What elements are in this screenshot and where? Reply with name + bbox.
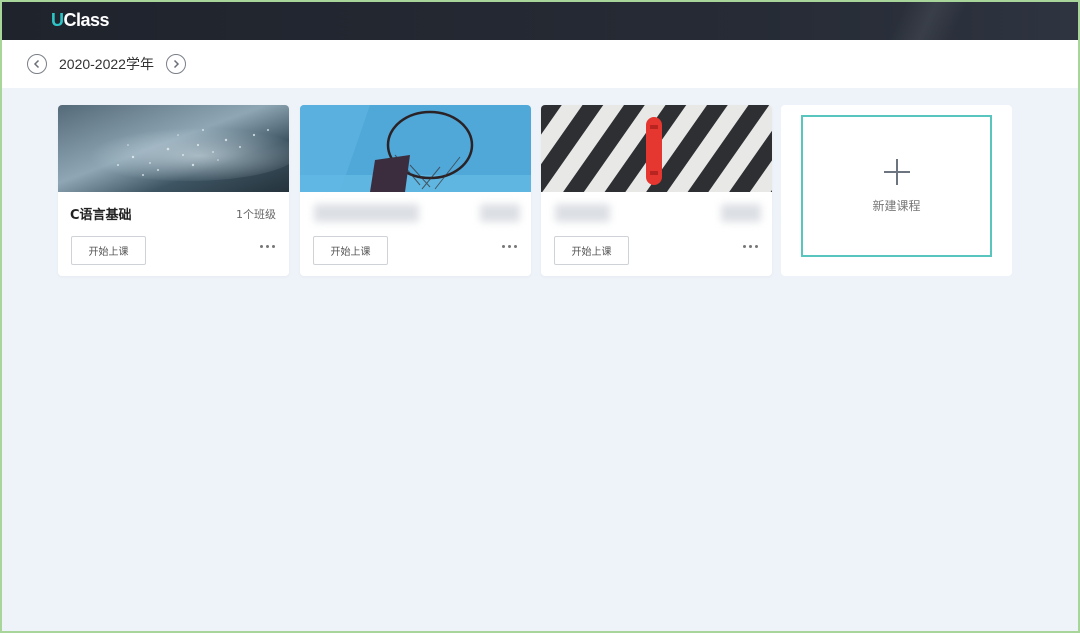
top-header-bar: UClass [2,2,1078,40]
next-year-button[interactable] [165,54,186,74]
course-cover-image [300,105,531,192]
plus-icon [883,158,910,185]
course-cover-image [541,105,772,192]
app-frame: UClass 2020-2022学年 C语言基础 1个班级 开始上课 开始上课 … [0,0,1080,633]
more-dots-icon[interactable] [502,245,517,248]
course-title: C语言基础 [70,208,132,223]
course-title-blurred [555,204,610,222]
start-class-button[interactable]: 开始上课 [313,236,388,265]
start-class-button[interactable]: 开始上课 [554,236,629,265]
class-count-blurred [721,204,761,222]
more-dots-icon[interactable] [743,245,758,248]
course-card[interactable]: 开始上课 [300,105,531,276]
chevron-left-icon [33,59,40,69]
course-title-blurred [314,204,419,222]
course-card[interactable]: 开始上课 [541,105,772,276]
course-card[interactable]: C语言基础 1个班级 开始上课 [58,105,289,276]
academic-year-bar: 2020-2022学年 [2,40,1078,88]
academic-year-label: 2020-2022学年 [59,56,154,72]
uclass-logo[interactable]: UClass [51,10,110,31]
class-count: 1个班级 [236,208,276,221]
new-course-button[interactable]: 新建课程 [801,115,992,257]
new-course-label: 新建课程 [872,198,921,213]
course-cover-image [58,105,289,192]
new-course-card: 新建课程 [781,105,1012,276]
class-count-blurred [480,204,520,222]
prev-year-button[interactable] [27,54,47,74]
more-dots-icon[interactable] [260,245,275,248]
chevron-right-icon [173,59,180,69]
start-class-button[interactable]: 开始上课 [71,236,146,265]
